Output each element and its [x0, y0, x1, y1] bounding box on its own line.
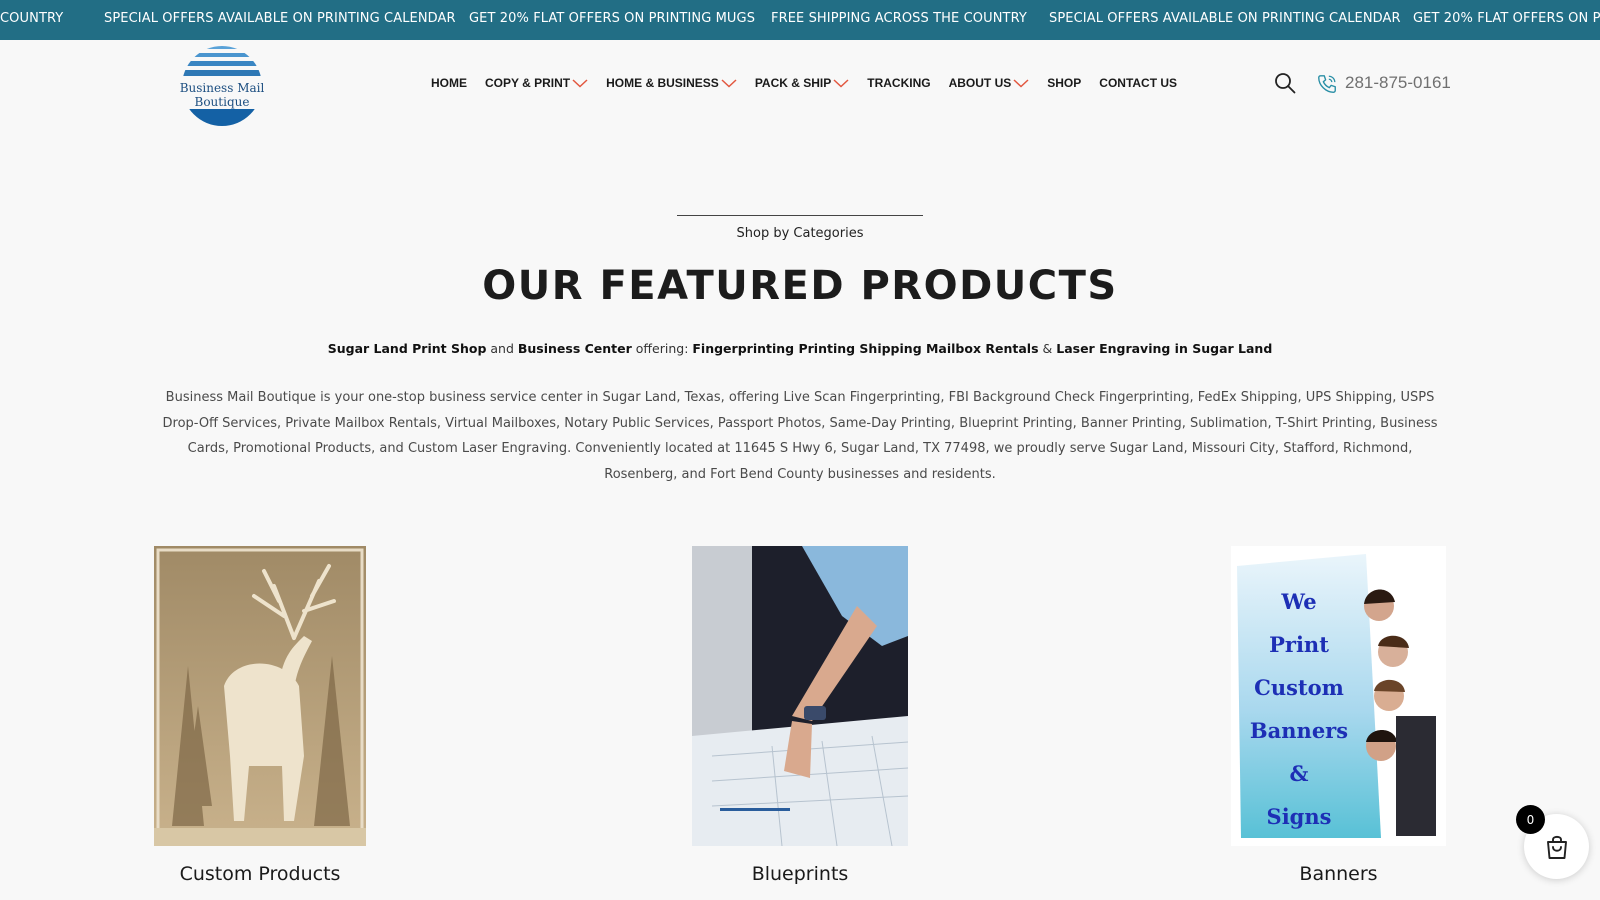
- site-logo[interactable]: Business Mail Boutique: [152, 44, 292, 128]
- nav-label: TRACKING: [867, 76, 931, 90]
- sign-word: We: [1281, 589, 1317, 614]
- nav-contact-us[interactable]: CONTACT US: [1099, 76, 1177, 90]
- subline-shop: Sugar Land Print Shop: [327, 341, 487, 356]
- cart-count-badge: 0: [1516, 805, 1545, 834]
- ticker-item: GET 20% FLAT OFFERS ON PRINTING MUGS: [469, 11, 756, 26]
- eyebrow-divider: [677, 215, 923, 216]
- subline-business-center: Business Center: [517, 341, 632, 356]
- phone-icon: [1316, 73, 1338, 95]
- subline-offering: offering:: [631, 341, 693, 356]
- nav-tracking[interactable]: TRACKING: [867, 76, 930, 90]
- chevron-down-icon: [1013, 79, 1029, 88]
- product-title[interactable]: Banners: [1231, 863, 1446, 885]
- nav-label: COPY & PRINT: [485, 76, 571, 90]
- ticker-item: SPECIAL OFFERS AVAILABLE ON PRINTING CAL…: [104, 11, 456, 26]
- chevron-down-icon: [833, 79, 849, 88]
- nav-label: CONTACT US: [1099, 76, 1178, 90]
- sign-word: Print: [1269, 632, 1329, 657]
- section-subline: Sugar Land Print Shop and Business Cente…: [0, 341, 1600, 356]
- search-icon[interactable]: [1274, 72, 1296, 94]
- subline-engraving: Laser Engraving in Sugar Land: [1056, 341, 1273, 356]
- nav-home[interactable]: HOME: [431, 76, 467, 90]
- section-headline: OUR FEATURED PRODUCTS: [482, 263, 1118, 309]
- nav-label: SHOP: [1047, 76, 1082, 90]
- nav-label: PACK & SHIP: [754, 76, 832, 90]
- site-header: Business Mail Boutique HOME COPY & PRINT…: [0, 40, 1600, 130]
- nav-copy-print[interactable]: COPY & PRINT: [485, 76, 588, 90]
- ticker-item: COUNTRY: [0, 11, 64, 26]
- nav-about-us[interactable]: ABOUT US: [949, 76, 1030, 90]
- shopping-bag-icon: [1546, 835, 1567, 859]
- sign-word: Custom: [1254, 675, 1344, 700]
- nav-label: ABOUT US: [948, 76, 1012, 90]
- nav-label: HOME & BUSINESS: [606, 76, 719, 90]
- sign-word: &: [1289, 761, 1309, 786]
- ticker-item: FREE SHIPPING ACROSS THE COUNTRY: [771, 11, 1027, 26]
- subline-services: Fingerprinting Printing Shipping Mailbox…: [692, 341, 1039, 356]
- chevron-down-icon: [572, 79, 588, 88]
- announcement-ticker: COUNTRY SPECIAL OFFERS AVAILABLE ON PRIN…: [0, 0, 1600, 40]
- sign-word: Signs: [1266, 804, 1332, 829]
- section-eyebrow: Shop by Categories: [736, 226, 864, 241]
- phone-number-link[interactable]: 281-875-0161: [1345, 73, 1451, 93]
- sign-text: We Print Custom Banners & Signs: [1239, 580, 1359, 838]
- custom-products-image[interactable]: [154, 546, 366, 846]
- nav-shop[interactable]: SHOP: [1047, 76, 1081, 90]
- nav-pack-ship[interactable]: PACK & SHIP: [755, 76, 849, 90]
- nav-home-business[interactable]: HOME & BUSINESS: [606, 76, 737, 90]
- banners-image[interactable]: We Print Custom Banners & Signs: [1231, 546, 1446, 846]
- main-nav: HOME COPY & PRINT HOME & BUSINESS PACK &…: [431, 76, 1195, 90]
- logo-text: Business Mail Boutique: [154, 81, 290, 109]
- subline-amp: &: [1038, 341, 1057, 356]
- nav-label: HOME: [431, 76, 467, 90]
- ticker-item: GET 20% FLAT OFFERS ON PRIN: [1413, 11, 1600, 26]
- section-description: Business Mail Boutique is your one-stop …: [162, 390, 1438, 482]
- sign-word: Banners: [1249, 718, 1349, 743]
- ticker-item: SPECIAL OFFERS AVAILABLE ON PRINTING CAL…: [1049, 11, 1401, 26]
- product-title[interactable]: Custom Products: [154, 863, 366, 885]
- blueprints-image[interactable]: [692, 546, 908, 846]
- product-title[interactable]: Blueprints: [692, 863, 908, 885]
- subline-and: and: [486, 341, 518, 356]
- chevron-down-icon: [721, 79, 737, 88]
